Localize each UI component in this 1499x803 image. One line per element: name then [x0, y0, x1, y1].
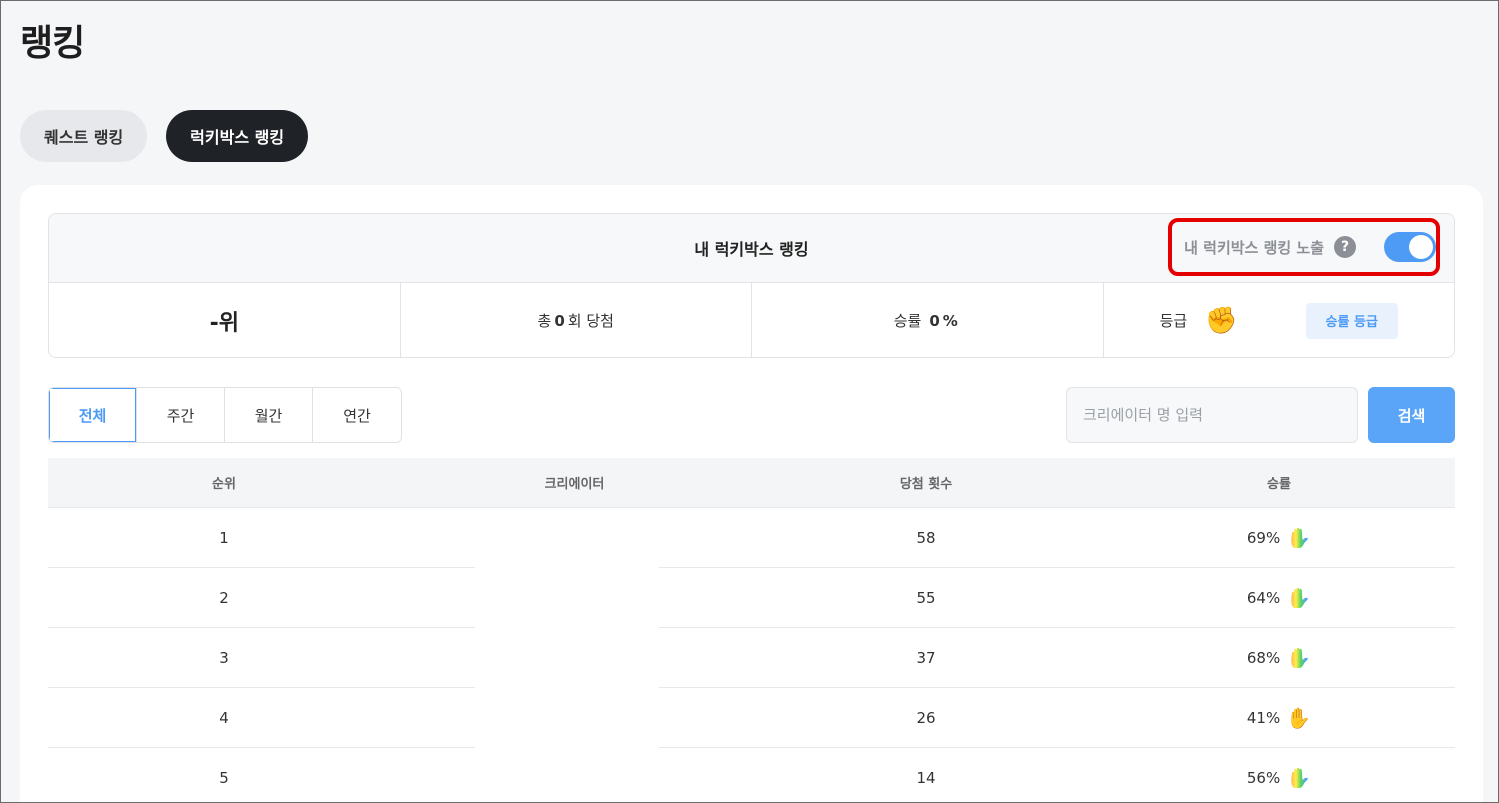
row-count: 37: [916, 649, 936, 667]
my-ranking-stats: -위 총 0 회 당첨 승률 0 % 등급 ✊ 승률 등급: [49, 283, 1455, 357]
help-icon[interactable]: ?: [1334, 236, 1356, 258]
my-ranking-panel: 내 럭키박스 랭킹 내 럭키박스 랭킹 노출 ? -위 총 0 회 당첨 승률 …: [48, 213, 1455, 358]
table-row[interactable]: 2 55 64% ✋: [48, 568, 1455, 628]
row-count: 58: [916, 529, 936, 547]
period-monthly[interactable]: 월간: [225, 388, 313, 442]
rainbow-hand-icon: ✋: [1286, 526, 1312, 550]
row-count: 55: [916, 589, 936, 607]
table-row[interactable]: 4 26 41% ✋: [48, 688, 1455, 748]
tab-luckybox-ranking[interactable]: 럭키박스 랭킹: [166, 110, 309, 162]
ranking-table: 순위 크리에이터 당첨 횟수 승률 1 58 69% ✋ 2 55 64% ✋: [48, 458, 1455, 803]
row-rate: 64%: [1246, 589, 1281, 607]
row-rank: 1: [219, 529, 229, 547]
total-count: 0: [554, 311, 565, 330]
my-rank-value: -위: [209, 310, 239, 336]
expose-setting: 내 럭키박스 랭킹 노출 ?: [1184, 232, 1436, 262]
my-ranking-header: 내 럭키박스 랭킹 내 럭키박스 랭킹 노출 ?: [49, 214, 1454, 283]
period-all[interactable]: 전체: [49, 388, 137, 442]
table-header: 순위 크리에이터 당첨 횟수 승률: [48, 458, 1455, 507]
rate-value: 0: [929, 311, 940, 330]
expose-label: 내 럭키박스 랭킹 노출: [1184, 238, 1324, 257]
hand-icon: ✋: [1286, 706, 1312, 730]
row-rate: 68%: [1246, 649, 1281, 667]
row-rate-cell: 56% ✋: [1103, 768, 1455, 788]
period-yearly[interactable]: 연간: [313, 388, 401, 442]
row-rate-cell: 64% ✋: [1103, 588, 1455, 608]
rainbow-hand-icon: ✋: [1286, 766, 1312, 790]
stat-win-rate: 승률 0 %: [752, 283, 1104, 357]
row-rank: 2: [219, 589, 229, 607]
total-suffix: 회 당첨: [567, 312, 614, 330]
ranking-card: 내 럭키박스 랭킹 내 럭키박스 랭킹 노출 ? -위 총 0 회 당첨 승률 …: [20, 185, 1483, 803]
ranking-tabs: 퀘스트 랭킹 럭키박스 랭킹: [20, 110, 309, 162]
row-rank: 4: [219, 709, 229, 727]
row-rank: 3: [219, 649, 229, 667]
period-weekly[interactable]: 주간: [137, 388, 225, 442]
row-count: 14: [916, 769, 936, 787]
header-creator: 크리에이터: [544, 477, 605, 492]
my-ranking-title: 내 럭키박스 랭킹: [694, 240, 809, 259]
row-rate-cell: 69% ✋: [1103, 528, 1455, 548]
stat-rank: -위: [49, 283, 401, 357]
row-rate-cell: 68% ✋: [1103, 648, 1455, 668]
row-rate-cell: 41% ✋: [1103, 708, 1455, 728]
row-rate: 41%: [1246, 709, 1281, 727]
header-rank: 순위: [212, 477, 236, 492]
row-rate: 56%: [1246, 769, 1281, 787]
rate-label: 승률: [893, 312, 922, 330]
header-win-rate: 승률: [1267, 477, 1291, 492]
stat-total-wins: 총 0 회 당첨: [401, 283, 752, 357]
row-rank: 5: [219, 769, 229, 787]
search-button[interactable]: 검색: [1368, 387, 1455, 443]
grade-label: 등급: [1159, 312, 1188, 330]
total-prefix: 총: [537, 312, 552, 330]
creator-search-input[interactable]: [1066, 387, 1358, 443]
table-row[interactable]: 5 14 56% ✋: [48, 748, 1455, 803]
tab-quest-ranking[interactable]: 퀘스트 랭킹: [20, 110, 148, 162]
row-rate: 69%: [1246, 529, 1281, 547]
grade-info-button[interactable]: 승률 등급: [1305, 302, 1398, 339]
expose-toggle[interactable]: [1384, 232, 1436, 262]
stat-grade: 등급 ✊ 승률 등급: [1104, 283, 1455, 357]
fist-icon: ✊: [1205, 305, 1238, 336]
rate-unit: %: [942, 311, 958, 330]
header-win-count: 당첨 횟수: [899, 477, 953, 492]
rainbow-hand-icon: ✋: [1286, 646, 1312, 670]
table-row[interactable]: 1 58 69% ✋: [48, 508, 1455, 568]
rainbow-hand-icon: ✋: [1286, 586, 1312, 610]
page-title: 랭킹: [20, 23, 85, 64]
row-count: 26: [916, 709, 936, 727]
table-row[interactable]: 3 37 68% ✋: [48, 628, 1455, 688]
period-filter: 전체 주간 월간 연간: [48, 387, 402, 443]
toggle-knob: [1409, 235, 1433, 259]
